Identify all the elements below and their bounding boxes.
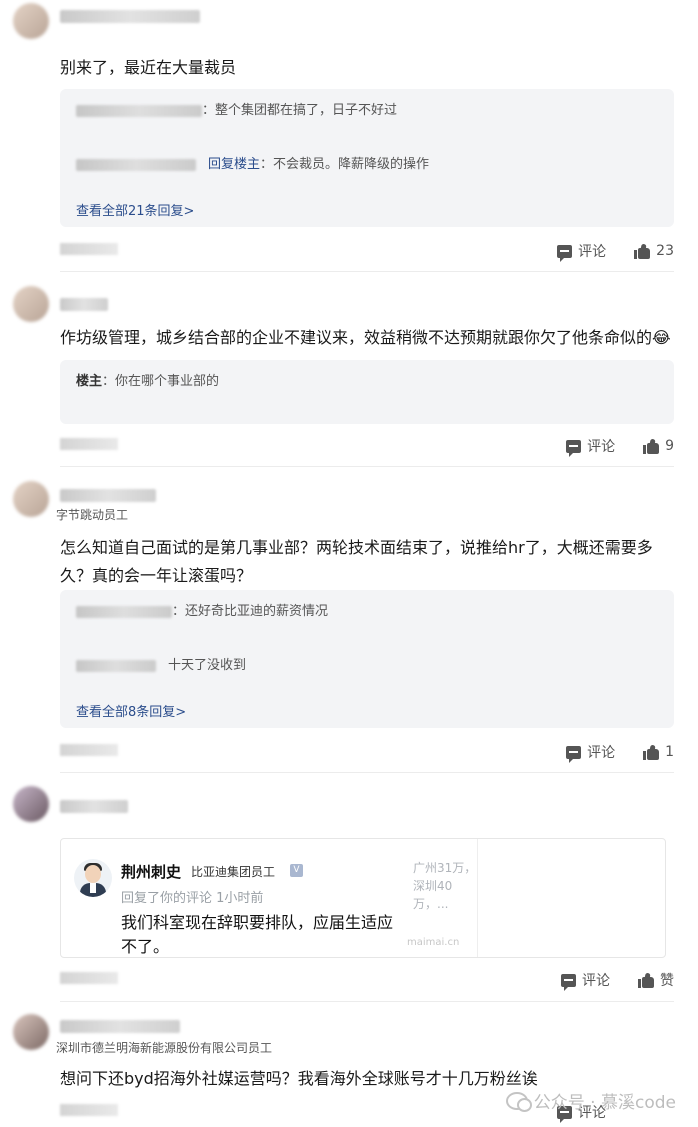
timestamp-blurred bbox=[60, 972, 118, 984]
reply-item[interactable]: 楼主：你在哪个事业部的 bbox=[76, 370, 219, 389]
comment-icon bbox=[566, 439, 582, 457]
card-company: 比亚迪集团员工 bbox=[191, 865, 276, 879]
comment-icon bbox=[566, 745, 582, 763]
reply-box: ：还好奇比亚迪的薪资情况 十天了没收到 查看全部8条回复> bbox=[60, 590, 674, 728]
like-button[interactable]: 1 bbox=[643, 744, 674, 760]
comment-button[interactable]: 评论 bbox=[561, 970, 610, 991]
reply-author-blurred bbox=[76, 605, 172, 618]
thumbs-up-icon bbox=[634, 243, 651, 259]
comment-actions: 评论 23 bbox=[557, 241, 674, 262]
card-text: 我们科室现在辞职要排队，应届生适应不了。 bbox=[121, 913, 394, 956]
username-blurred[interactable] bbox=[60, 1020, 180, 1033]
comment-actions: 评论 赞 bbox=[561, 970, 674, 991]
timestamp-blurred bbox=[60, 438, 118, 450]
divider bbox=[60, 466, 674, 467]
reply-box: 楼主：你在哪个事业部的 bbox=[60, 360, 674, 424]
avatar[interactable] bbox=[13, 3, 49, 39]
comment-actions: 评论 1 bbox=[566, 742, 674, 763]
username-blurred[interactable] bbox=[60, 10, 200, 23]
username-blurred[interactable] bbox=[60, 298, 108, 311]
user-company: 深圳市德兰明海新能源股份有限公司员工 bbox=[56, 1041, 273, 1055]
verified-badge-icon: V bbox=[290, 864, 303, 877]
comment-button[interactable]: 评论 bbox=[566, 436, 615, 457]
wechat-watermark: 公众号 · 慕溪code bbox=[505, 1088, 676, 1113]
card-separator bbox=[477, 839, 478, 957]
reply-author-blurred bbox=[76, 659, 156, 672]
view-all-replies-link[interactable]: 查看全部21条回复> bbox=[76, 200, 194, 219]
username-blurred[interactable] bbox=[60, 800, 128, 813]
comment-icon bbox=[561, 973, 576, 991]
divider bbox=[60, 772, 674, 773]
comment-icon bbox=[557, 244, 573, 262]
reply-item[interactable]: ：整个集团都在搞了，日子不好过 bbox=[76, 99, 397, 118]
reply-to-link[interactable]: 回复楼主 bbox=[208, 157, 260, 172]
timestamp-blurred bbox=[60, 243, 118, 255]
user-company: 字节跳动员工 bbox=[56, 508, 129, 522]
avatar[interactable] bbox=[13, 1014, 49, 1050]
thumbs-up-icon bbox=[638, 972, 654, 988]
comment-text: 别来了，最近在大量裁员 bbox=[60, 58, 237, 77]
card-watermark: maimai.cn bbox=[407, 937, 460, 948]
thumbs-up-icon bbox=[643, 438, 660, 454]
card-username: 荆州刺史 bbox=[121, 863, 182, 881]
divider bbox=[60, 1001, 674, 1002]
timestamp-blurred bbox=[60, 1104, 118, 1116]
divider bbox=[60, 271, 674, 272]
like-button[interactable]: 9 bbox=[643, 438, 674, 454]
avatar[interactable] bbox=[13, 481, 49, 517]
reply-item[interactable]: ：还好奇比亚迪的薪资情况 bbox=[76, 600, 328, 619]
comment-button[interactable]: 评论 bbox=[566, 742, 615, 763]
comment-actions: 评论 9 bbox=[566, 436, 674, 457]
comment-button[interactable]: 评论 bbox=[557, 241, 606, 262]
like-button[interactable]: 赞 bbox=[638, 970, 674, 990]
card-subline: 回复了你的评论 1小时前 bbox=[121, 891, 264, 906]
view-all-replies-link[interactable]: 查看全部8条回复> bbox=[76, 701, 186, 720]
like-button[interactable]: 23 bbox=[634, 243, 674, 259]
username-blurred[interactable] bbox=[60, 489, 156, 502]
reply-box: ：整个集团都在搞了，日子不好过 回复楼主：不会裁员。降薪降级的操作 查看全部21… bbox=[60, 89, 674, 227]
reply-screenshot-card: 荆州刺史 比亚迪集团员工 V 回复了你的评论 1小时前 我们科室现在辞职要排队，… bbox=[60, 838, 666, 958]
reply-author-blurred bbox=[76, 158, 196, 171]
card-side-text: 广州31万，深圳40万，... bbox=[413, 861, 477, 911]
card-avatar bbox=[74, 859, 112, 897]
comment-text: 作坊级管理，城乡结合部的企业不建议来，效益稍微不达预期就跟你欠了他条命似的😂 bbox=[60, 328, 671, 347]
wechat-icon bbox=[505, 1091, 532, 1112]
host-label: 楼主 bbox=[76, 374, 103, 389]
avatar[interactable] bbox=[13, 286, 49, 322]
thumbs-up-icon bbox=[643, 744, 660, 760]
reply-item[interactable]: 十天了没收到 bbox=[76, 654, 246, 673]
avatar[interactable] bbox=[13, 786, 49, 822]
comment-text: 怎么知道自己面试的是第几事业部？两轮技术面结束了，说推给hr了，大概还需要多久？… bbox=[60, 538, 653, 585]
timestamp-blurred bbox=[60, 744, 118, 756]
reply-item[interactable]: 回复楼主：不会裁员。降薪降级的操作 bbox=[76, 153, 429, 172]
reply-author-blurred bbox=[76, 104, 202, 117]
